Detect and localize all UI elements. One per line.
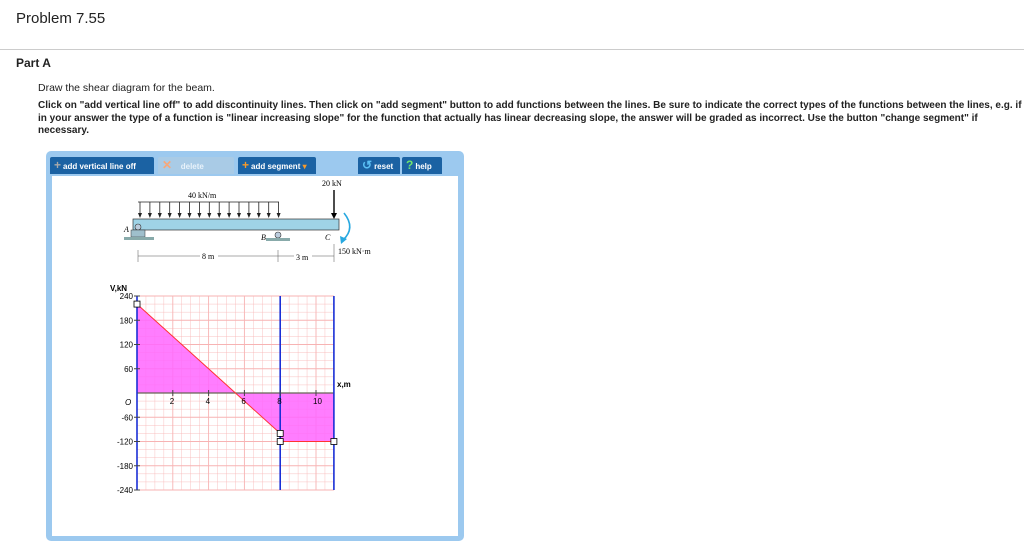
dimension-3m: 3 m <box>296 253 309 262</box>
y-axis-label: V,kN <box>110 284 127 293</box>
x-tick-label: 8 <box>277 397 282 406</box>
pin-support-A <box>134 223 142 231</box>
y-tick-label: 240 <box>120 292 134 301</box>
x-tick-label: 2 <box>170 397 175 406</box>
roller-support-B <box>274 231 282 239</box>
label-B: B <box>261 233 266 242</box>
load-arrowhead <box>256 213 261 218</box>
y-tick-label: -60 <box>121 413 133 422</box>
load-arrowhead <box>217 213 222 218</box>
moment-label: 150 kN·m <box>338 247 371 256</box>
y-tick-label: -120 <box>117 438 134 447</box>
segment-handle[interactable] <box>276 438 284 445</box>
y-tick-label: -240 <box>117 486 134 495</box>
load-arrowhead <box>177 213 182 218</box>
load-arrowhead <box>227 213 232 218</box>
load-arrowhead <box>276 213 281 218</box>
load-arrowhead <box>246 213 251 218</box>
y-tick-label: 120 <box>120 341 134 350</box>
load-arrowhead <box>197 213 202 218</box>
load-arrowhead <box>147 213 152 218</box>
x-tick-label: 6 <box>241 397 246 406</box>
load-arrowhead <box>157 213 162 218</box>
distributed-load-arrows <box>138 202 281 218</box>
x-tick-label: 10 <box>313 397 322 406</box>
segment-handle[interactable] <box>276 430 284 437</box>
beam-figure: 40 kN/m 20 kN A B C 150 kN·m 8 m 3 m <box>123 179 371 262</box>
load-arrowhead <box>187 213 192 218</box>
load-arrowhead <box>138 213 142 218</box>
distributed-load-label: 40 kN/m <box>188 191 217 200</box>
x-axis-label: x,m <box>337 380 351 389</box>
moment-arrow-icon <box>342 212 351 241</box>
y-tick-label: 60 <box>124 365 133 374</box>
origin-label: O <box>125 398 131 407</box>
segment-handle[interactable] <box>133 300 141 308</box>
load-arrowhead <box>207 213 212 218</box>
load-arrowhead <box>237 213 241 218</box>
figure-and-chart: 40 kN/m 20 kN A B C 150 kN·m 8 m 3 m 2 4 6… <box>110 179 371 495</box>
y-tick-label: 180 <box>120 316 134 325</box>
label-A: A <box>123 225 129 234</box>
y-tick-label: -180 <box>117 462 134 471</box>
dimension-8m: 8 m <box>202 252 215 261</box>
x-tick-label: 4 <box>206 397 211 406</box>
segment-handle[interactable] <box>330 438 338 445</box>
beam <box>132 218 340 231</box>
shear-diagram-chart[interactable]: 2 4 6 8 10 240 180 120 60 -60 -120 -180 -240 <box>117 292 338 495</box>
load-arrowhead <box>167 213 172 218</box>
load-arrowhead <box>266 213 271 218</box>
point-load-label: 20 kN <box>322 179 342 188</box>
label-C: C <box>325 233 331 242</box>
